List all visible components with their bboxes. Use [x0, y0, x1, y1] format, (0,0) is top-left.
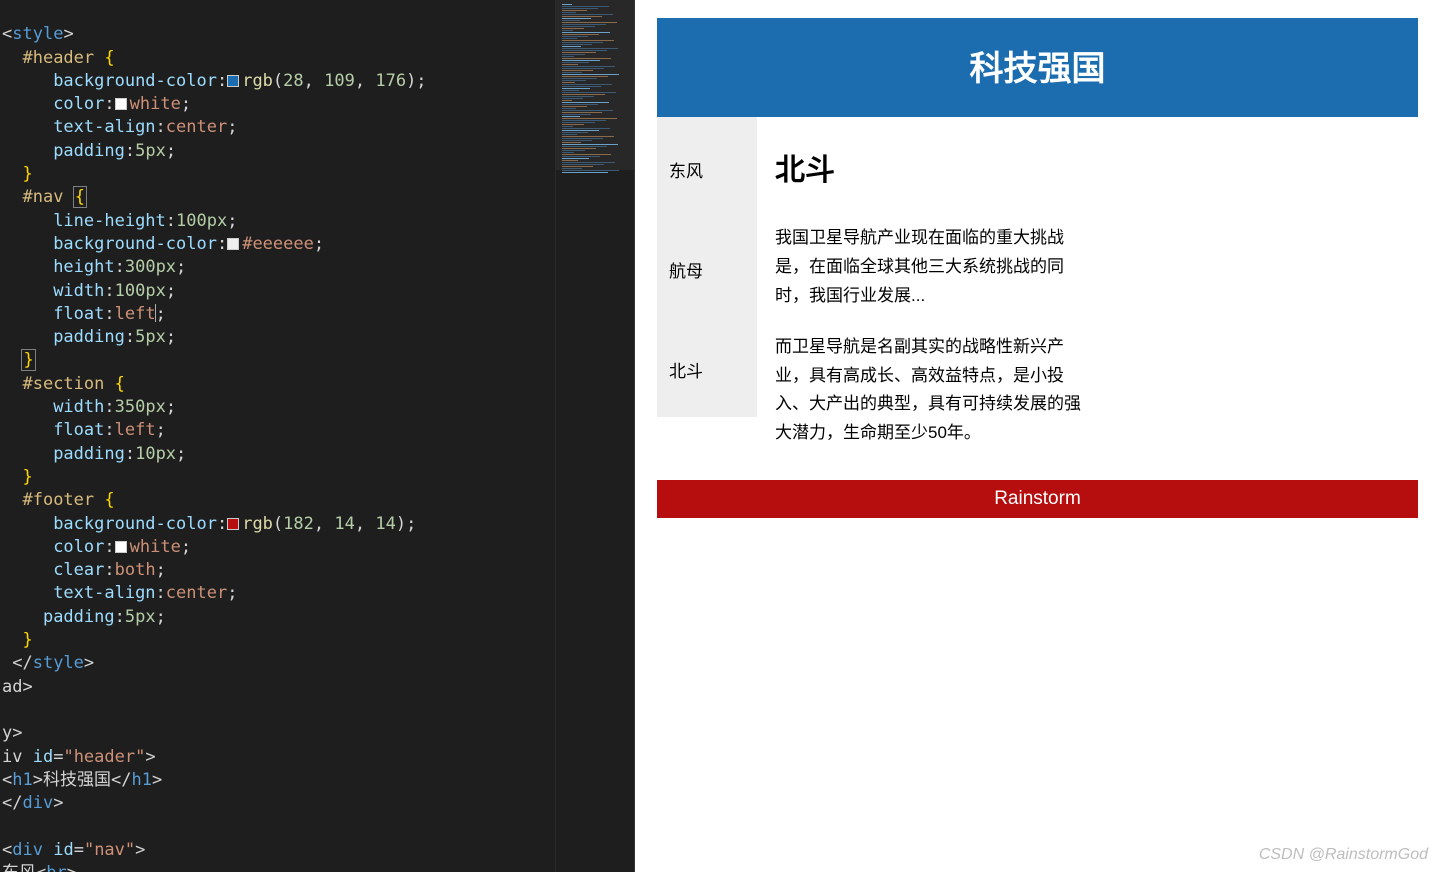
nav-item[interactable]: 北斗	[669, 362, 703, 381]
watermark: CSDN @RainstormGod	[1259, 846, 1428, 864]
preview-footer: Rainstorm	[657, 480, 1418, 518]
selector-nav: #nav	[22, 187, 63, 207]
color-swatch	[227, 518, 239, 530]
color-swatch	[115, 541, 127, 553]
selector-section: #section	[22, 374, 104, 394]
nav-item[interactable]: 东风	[669, 162, 703, 181]
color-swatch	[227, 238, 239, 250]
color-swatch	[227, 75, 239, 87]
code-editor[interactable]: <style> #header { background-color:rgb(2…	[0, 0, 555, 872]
selector-footer: #footer	[22, 490, 94, 510]
selector-header: #header	[22, 48, 94, 68]
preview-section: 北斗 我国卫星导航产业现在面临的重大挑战是，在面临全球其他三大系统挑战的同时，我…	[757, 117, 1107, 480]
section-paragraph: 而卫星导航是名副其实的战略性新兴产业，具有高成长、高效益特点，是小投入、大产出的…	[775, 333, 1097, 449]
editor-minimap[interactable]	[555, 0, 635, 872]
preview-header-title: 科技强国	[662, 23, 1413, 112]
browser-preview: 科技强国 东风 航母 北斗 北斗 我国卫星导航产业现在面临的重大挑战是，在面临全…	[635, 0, 1440, 872]
section-title: 北斗	[775, 145, 1097, 196]
nav-item[interactable]: 航母	[669, 262, 703, 281]
footer-text: Rainstorm	[994, 488, 1081, 509]
preview-nav: 东风 航母 北斗	[657, 117, 757, 417]
color-swatch	[115, 98, 127, 110]
section-paragraph: 我国卫星导航产业现在面临的重大挑战是，在面临全球其他三大系统挑战的同时，我国行业…	[775, 224, 1097, 311]
code-content: <style> #header { background-color:rgb(2…	[0, 23, 555, 872]
preview-header: 科技强国	[657, 18, 1418, 117]
text-cursor	[155, 304, 156, 322]
